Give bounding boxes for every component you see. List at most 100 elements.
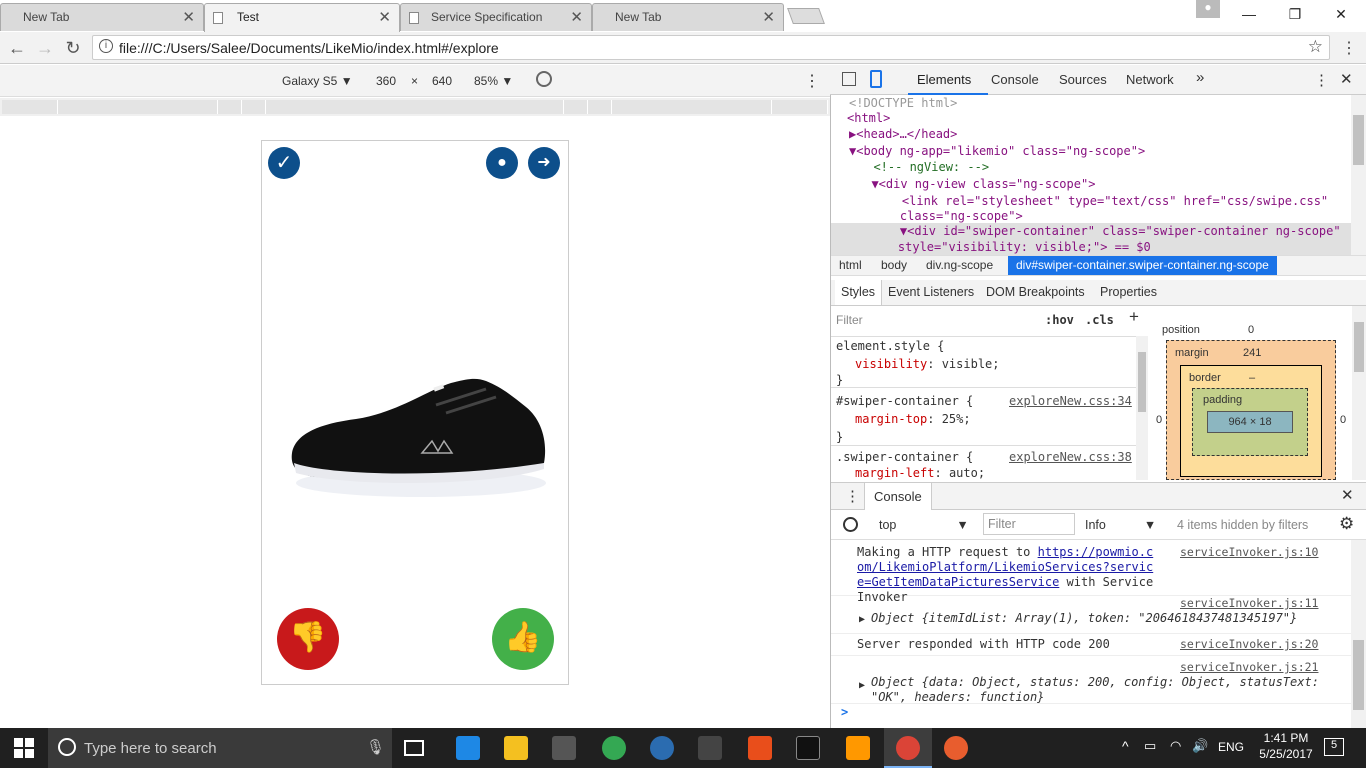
log-level-select[interactable]: Info ▼ [1085,518,1156,532]
crumb-div-ng-scope[interactable]: div.ng-scope [926,258,993,272]
dom-line[interactable]: ▶<head>…</head> [849,126,957,142]
log-source-link[interactable]: serviceInvoker.js:11 [1180,596,1318,611]
task-view-icon[interactable] [404,740,424,756]
store-icon[interactable] [552,736,576,760]
rule-value[interactable]: auto; [949,466,985,480]
ruler-segment[interactable] [772,100,828,114]
media-query-ruler[interactable] [0,98,830,116]
ruler-segment[interactable] [2,100,58,114]
wifi-icon[interactable]: ◠ [1170,738,1181,754]
rule-source-link[interactable]: exploreNew.css:34 [1009,392,1132,410]
devtools-menu-icon[interactable]: ⋮ [1314,71,1329,89]
dom-line[interactable]: <!-- ngView: --> [859,159,989,175]
new-tab-button[interactable] [787,8,825,24]
chrome-icon[interactable] [602,736,626,760]
rule-selector[interactable]: element.style { [836,337,944,355]
ruler-segment[interactable] [218,100,242,114]
dom-scrollbar[interactable] [1351,95,1366,255]
dislike-button[interactable]: 👎 [277,608,339,670]
bookmark-star-icon[interactable]: ☆ [1308,37,1323,57]
logout-icon[interactable]: ➜ [528,147,560,179]
edge-icon[interactable] [456,736,480,760]
postman-icon[interactable] [944,736,968,760]
info-icon[interactable]: i [99,39,113,53]
tab-service-specification[interactable]: Service Specification ✕ [400,3,592,31]
log-object[interactable]: Object {data: Object, status: 200, confi… [871,675,1331,705]
scrollbar-thumb[interactable] [1353,640,1364,710]
menu-icon[interactable]: ⋮ [1340,38,1358,58]
microphone-icon[interactable]: 🎙 [366,738,385,756]
battery-icon[interactable]: ▭ [1144,738,1156,754]
profile-icon[interactable]: ● [1196,0,1220,18]
show-hidden-icons[interactable]: ^ [1122,738,1129,754]
tab-new-tab-1[interactable]: New Tab ✕ [0,3,204,31]
check-icon[interactable]: ✓ [268,147,300,179]
action-center-icon[interactable]: 5 [1324,738,1344,756]
reload-icon[interactable]: ↻ [62,37,84,59]
device-select[interactable]: Galaxy S5 ▼ [282,74,353,88]
crumb-html[interactable]: html [839,258,862,272]
styles-scrollbar[interactable] [1136,336,1148,480]
taskbar-search[interactable]: Type here to search 🎙 [48,728,392,768]
sublime-icon[interactable] [846,736,870,760]
rotate-icon[interactable] [536,71,552,87]
context-select[interactable]: top ▼ [879,518,969,532]
zoom-select[interactable]: 85% ▼ [474,74,513,88]
scrollbar-thumb[interactable] [1354,322,1364,372]
close-drawer-icon[interactable]: ✕ [1341,486,1354,504]
crumb-body[interactable]: body [881,258,907,272]
padding-box[interactable]: padding 964 × 18 [1192,388,1308,456]
scrollbar-thumb[interactable] [1138,352,1146,412]
close-tab-icon[interactable]: ✕ [182,8,195,26]
subtab-dom-breakpoints[interactable]: DOM Breakpoints [986,285,1085,299]
close-devtools-icon[interactable]: ✕ [1340,70,1353,88]
back-icon[interactable]: ← [6,37,28,59]
dom-line[interactable]: <!DOCTYPE html> [849,95,957,111]
console-scrollbar[interactable] [1351,540,1366,728]
tab-elements[interactable]: Elements [917,72,971,87]
console-prompt[interactable]: > [841,705,848,720]
margin-value[interactable]: 241 [1243,347,1261,359]
position-value[interactable]: 0 [1248,324,1254,336]
dom-line[interactable]: <link rel="stylesheet" type="text/css" h… [873,193,1328,209]
ruler-segment[interactable] [588,100,612,114]
rule-selector[interactable]: #swiper-container { [836,392,973,410]
log-source-link[interactable]: serviceInvoker.js:10 [1180,545,1318,560]
git-icon[interactable] [748,736,772,760]
dom-line[interactable]: ▼<div ng-view class="ng-scope"> [857,176,1095,192]
dom-line-selected[interactable]: style="visibility: visible;"> == $0 [869,239,1151,255]
rule-source-link[interactable]: exploreNew.css:38 [1009,448,1132,466]
subtab-properties[interactable]: Properties [1100,285,1157,299]
log-object[interactable]: Object {itemIdList: Array(1), token: "20… [871,611,1297,626]
dom-line[interactable]: class="ng-scope"> [871,208,1023,224]
console-settings-icon[interactable]: ⚙ [1339,514,1354,534]
border-value[interactable]: – [1249,372,1255,384]
crumb-swiper-container[interactable]: div#swiper-container.swiper-container.ng… [1008,256,1277,275]
close-window-icon[interactable]: ✕ [1318,0,1364,30]
close-tab-icon[interactable]: ✕ [378,8,391,26]
rule-prop[interactable]: margin-left [855,466,934,480]
dom-line[interactable]: <html> [847,110,890,126]
close-tab-icon[interactable]: ✕ [570,8,583,26]
file-explorer-icon[interactable] [504,736,528,760]
log-source-link[interactable]: serviceInvoker.js:20 [1180,637,1318,652]
device-width[interactable]: 360 [376,74,396,88]
tab-sources[interactable]: Sources [1059,72,1107,87]
minimize-icon[interactable]: — [1226,0,1272,30]
position-right-value[interactable]: 0 [1340,414,1346,426]
tab-network[interactable]: Network [1126,72,1174,87]
tab-test[interactable]: Test ✕ [204,3,400,32]
styles-filter-input[interactable]: Filter [836,311,863,329]
like-button[interactable]: 👍 [492,608,554,670]
clock[interactable]: 1:41 PM 5/25/2017 [1256,731,1316,761]
volume-icon[interactable]: 🔊 [1192,738,1208,754]
maximize-icon[interactable]: ❐ [1272,0,1318,30]
tab-new-tab-2[interactable]: New Tab ✕ [592,3,784,31]
ruler-segment[interactable] [242,100,266,114]
boxmodel-scrollbar[interactable] [1352,306,1366,480]
device-menu-icon[interactable]: ⋮ [804,71,820,91]
clear-console-icon[interactable] [843,517,858,532]
slack-icon[interactable] [698,736,722,760]
rule-value[interactable]: visible; [942,357,1000,371]
log-source-link[interactable]: serviceInvoker.js:21 [1180,660,1318,675]
